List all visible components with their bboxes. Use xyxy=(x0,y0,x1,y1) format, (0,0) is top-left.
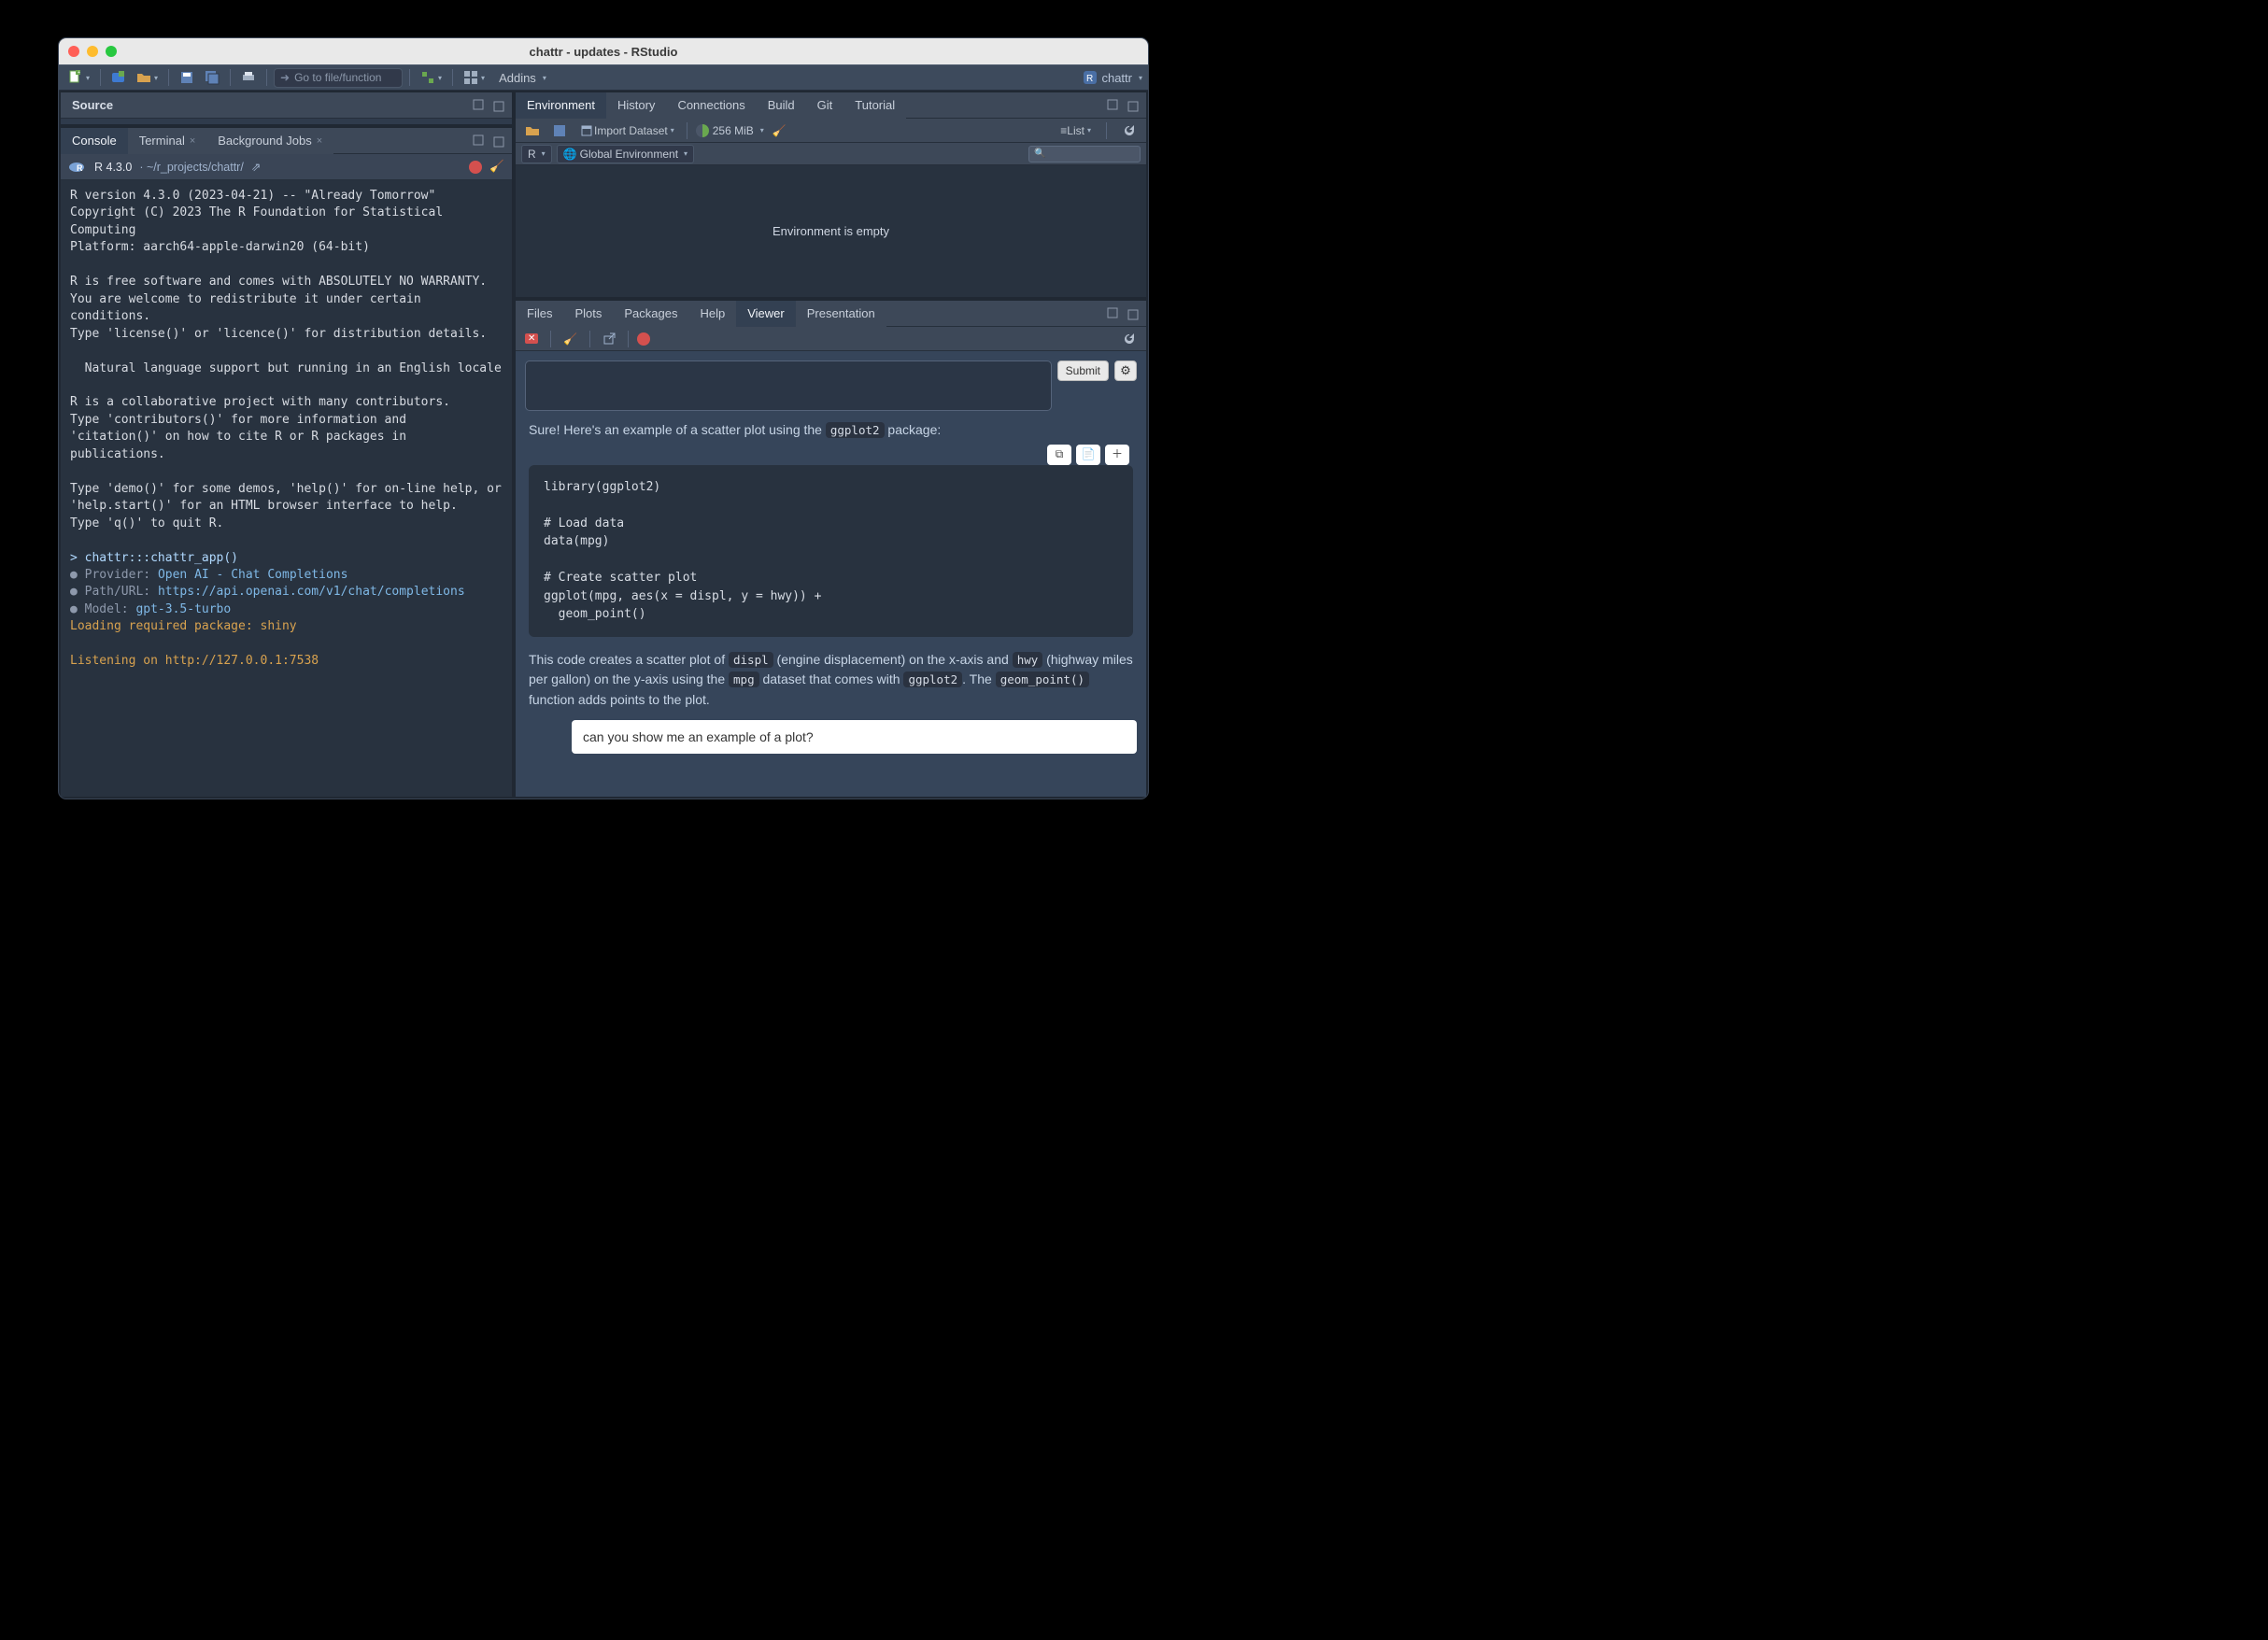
new-file-button[interactable]: +▾ xyxy=(64,67,93,88)
source-title: Source xyxy=(61,98,124,112)
clear-viewer-icon[interactable]: 🧹 xyxy=(560,329,581,349)
clear-env-icon[interactable]: 🧹 xyxy=(769,120,790,141)
svg-text:R: R xyxy=(1086,74,1093,84)
load-workspace-icon[interactable] xyxy=(521,120,544,141)
console-pane: Console Terminal× Background Jobs× R R 4… xyxy=(59,126,514,799)
tab-history[interactable]: History xyxy=(606,92,666,119)
open-folder-icon[interactable]: ⇗ xyxy=(251,160,261,174)
source-pane: Source xyxy=(59,91,514,126)
open-file-button[interactable]: ▾ xyxy=(133,67,162,88)
working-dir: ~/r_projects/chattr/ xyxy=(147,161,244,174)
env-body: Environment is empty xyxy=(516,165,1146,297)
titlebar: chattr - updates - RStudio xyxy=(59,38,1148,64)
svg-text:R: R xyxy=(77,163,83,173)
tab-environment[interactable]: Environment xyxy=(516,92,606,119)
maximize-pane-icon[interactable] xyxy=(1124,97,1141,114)
save-all-button[interactable] xyxy=(201,67,223,88)
tab-presentation[interactable]: Presentation xyxy=(796,301,886,327)
tab-files[interactable]: Files xyxy=(516,301,563,327)
stop-icon[interactable] xyxy=(469,161,482,174)
broom-icon[interactable]: 🧹 xyxy=(489,160,504,174)
language-dropdown[interactable]: R▾ xyxy=(521,145,552,163)
goto-placeholder: Go to file/function xyxy=(294,71,381,84)
console-info-bar: R R 4.3.0 · ~/r_projects/chattr/ ⇗ 🧹 xyxy=(61,154,512,180)
app-window: chattr - updates - RStudio +▾ ▾ ➜ Go to … xyxy=(58,37,1149,799)
viewer-toolbar: ✕ 🧹 xyxy=(516,327,1146,351)
tab-help[interactable]: Help xyxy=(688,301,736,327)
new-project-button[interactable] xyxy=(107,67,130,88)
code-block: ⧉ 📄 ＋ library(ggplot2) # Load data data(… xyxy=(529,465,1133,637)
console-output[interactable]: R version 4.3.0 (2023-04-21) -- "Already… xyxy=(61,180,512,797)
globe-icon: 🌐 xyxy=(563,148,577,161)
save-workspace-icon[interactable] xyxy=(548,120,571,141)
scope-dropdown[interactable]: 🌐Global Environment▾ xyxy=(557,145,694,163)
minimize-pane-icon[interactable] xyxy=(1105,97,1122,114)
tab-tutorial[interactable]: Tutorial xyxy=(843,92,906,119)
refresh-viewer-icon[interactable] xyxy=(1118,329,1141,349)
minimize-pane-icon[interactable] xyxy=(471,97,488,114)
pie-icon xyxy=(696,124,709,137)
tab-viewer[interactable]: Viewer xyxy=(736,301,796,327)
tools-button[interactable]: ▾ xyxy=(417,67,446,88)
panes: Source Console Terminal× Background Jobs… xyxy=(59,91,1148,799)
minimize-pane-icon[interactable] xyxy=(471,133,488,149)
gear-icon: ⚙ xyxy=(1120,363,1131,378)
env-empty-label: Environment is empty xyxy=(773,224,889,238)
user-message: can you show me an example of a plot? xyxy=(572,720,1137,754)
run-code-button[interactable]: ＋ xyxy=(1105,445,1129,465)
assistant-message: Sure! Here's an example of a scatter plo… xyxy=(525,420,1137,711)
settings-button[interactable]: ⚙ xyxy=(1114,361,1137,381)
refresh-icon[interactable] xyxy=(1118,120,1141,141)
import-dataset-button[interactable]: Import Dataset▾ xyxy=(575,120,678,141)
tab-background-jobs[interactable]: Background Jobs× xyxy=(206,128,333,154)
env-search-input[interactable] xyxy=(1028,146,1141,163)
popout-icon[interactable] xyxy=(599,329,619,349)
tab-plots[interactable]: Plots xyxy=(563,301,613,327)
addins-menu[interactable]: Addins▾ xyxy=(491,67,550,88)
environment-pane: Environment History Connections Build Gi… xyxy=(514,91,1148,299)
tab-packages[interactable]: Packages xyxy=(613,301,688,327)
maximize-pane-icon[interactable] xyxy=(489,97,506,114)
maximize-pane-icon[interactable] xyxy=(489,133,506,149)
env-scope-bar: R▾ 🌐Global Environment▾ xyxy=(516,143,1146,165)
tab-connections[interactable]: Connections xyxy=(666,92,756,119)
project-menu[interactable]: R chattr ▾ xyxy=(1083,70,1142,85)
tab-console[interactable]: Console xyxy=(61,128,128,154)
view-mode-button[interactable]: ≡ List▾ xyxy=(1056,120,1095,141)
code-content: library(ggplot2) # Load data data(mpg) #… xyxy=(529,473,1133,629)
save-button[interactable] xyxy=(176,67,198,88)
remove-viewer-icon[interactable]: ✕ xyxy=(521,329,542,349)
window-title: chattr - updates - RStudio xyxy=(59,45,1148,59)
goto-file-input[interactable]: ➜ Go to file/function xyxy=(274,68,403,88)
insert-code-button[interactable]: 📄 xyxy=(1076,445,1100,465)
tab-git[interactable]: Git xyxy=(806,92,844,119)
print-button[interactable] xyxy=(237,67,260,88)
tab-build[interactable]: Build xyxy=(757,92,806,119)
maximize-pane-icon[interactable] xyxy=(1124,305,1141,322)
r-version: R 4.3.0 xyxy=(94,161,132,174)
panes-button[interactable]: ▾ xyxy=(460,67,489,88)
r-logo-icon: R xyxy=(68,161,87,174)
main-toolbar: +▾ ▾ ➜ Go to file/function ▾ ▾ Addins▾ R… xyxy=(59,64,1148,91)
viewer-pane: Files Plots Packages Help Viewer Present… xyxy=(514,299,1148,799)
chat-textarea[interactable] xyxy=(525,361,1052,411)
minimize-pane-icon[interactable] xyxy=(1105,305,1122,322)
memory-indicator[interactable]: 256 MiB▾ xyxy=(696,124,764,137)
copy-code-button[interactable]: ⧉ xyxy=(1047,445,1071,465)
env-toolbar: Import Dataset▾ 256 MiB▾ 🧹 ≡ List▾ xyxy=(516,119,1146,143)
stop-app-icon[interactable] xyxy=(637,332,650,346)
tab-terminal[interactable]: Terminal× xyxy=(128,128,207,154)
submit-button[interactable]: Submit xyxy=(1057,361,1109,381)
viewer-body: Submit ⚙ Sure! Here's an example of a sc… xyxy=(516,351,1146,797)
svg-text:+: + xyxy=(78,70,80,76)
